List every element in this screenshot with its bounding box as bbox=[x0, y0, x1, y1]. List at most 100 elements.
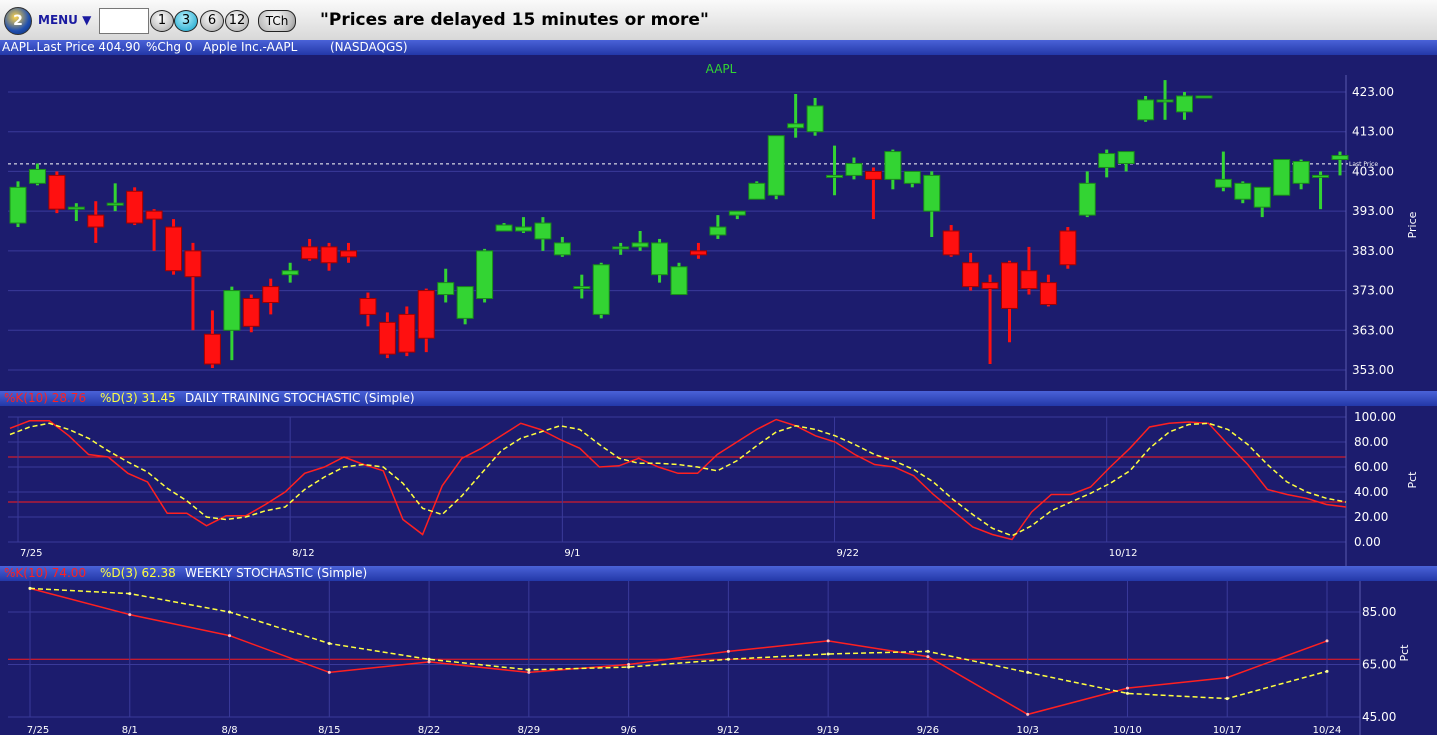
daily-x-tick-label: 10/12 bbox=[1109, 548, 1138, 559]
weekly-x-tick-label: 8/15 bbox=[318, 725, 340, 735]
pct-change: %Chg 0 bbox=[146, 40, 193, 54]
weekly-k-point bbox=[1026, 712, 1030, 716]
candle bbox=[242, 294, 260, 333]
candle bbox=[1195, 95, 1213, 99]
candle bbox=[476, 248, 494, 303]
candle bbox=[709, 215, 727, 239]
weekly-d-point bbox=[427, 657, 431, 661]
candle-body bbox=[301, 246, 319, 260]
candle bbox=[728, 210, 746, 220]
candle bbox=[592, 262, 610, 319]
weekly-d-point bbox=[627, 665, 631, 669]
candle-body bbox=[612, 246, 630, 250]
weekly-x-tick-label: 9/12 bbox=[717, 725, 739, 735]
weekly-k-point bbox=[327, 670, 331, 674]
candle bbox=[106, 183, 124, 212]
weekly-tick-label: 65.00 bbox=[1362, 658, 1396, 672]
weekly-d-point bbox=[327, 642, 331, 645]
daily-k-line bbox=[9, 418, 1347, 541]
weekly-d-point bbox=[527, 668, 531, 672]
candle bbox=[340, 242, 357, 263]
price-axis-label: Price bbox=[1406, 211, 1419, 238]
candle bbox=[456, 286, 474, 325]
candle bbox=[845, 157, 863, 180]
candle bbox=[48, 171, 66, 214]
weekly-k-line bbox=[29, 587, 1328, 716]
candle bbox=[631, 231, 649, 251]
candle-body bbox=[262, 286, 280, 303]
weekly-x-tick-label: 8/1 bbox=[122, 725, 138, 735]
weekly-x-tick-label: 10/10 bbox=[1113, 725, 1142, 735]
candle-body bbox=[1020, 270, 1038, 290]
candle-body bbox=[495, 224, 513, 232]
period-button-12[interactable]: 12 bbox=[225, 10, 249, 32]
price-tick-label: 403.00 bbox=[1352, 164, 1394, 178]
price-tick-label: 423.00 bbox=[1352, 85, 1394, 99]
weekly-d-point bbox=[1225, 697, 1229, 701]
daily-d-line bbox=[9, 422, 1347, 537]
candle-body bbox=[767, 135, 785, 196]
candle-body bbox=[1292, 161, 1310, 184]
weekly-k-point bbox=[726, 649, 730, 653]
candle bbox=[534, 217, 552, 251]
candle bbox=[378, 312, 396, 359]
candle-body bbox=[165, 226, 183, 272]
weekly-k-point bbox=[427, 660, 431, 664]
candle-body bbox=[864, 170, 882, 180]
candle bbox=[767, 135, 785, 200]
weekly-d-point bbox=[726, 657, 730, 661]
candle-body bbox=[145, 210, 163, 220]
candle-body bbox=[573, 286, 591, 290]
candle bbox=[884, 149, 902, 190]
candle-body bbox=[281, 270, 299, 276]
candle-body bbox=[1098, 153, 1116, 168]
menu-button[interactable]: MENU ▼ bbox=[38, 13, 91, 27]
price-tick-label: 353.00 bbox=[1352, 363, 1394, 377]
candle bbox=[28, 163, 46, 186]
candle bbox=[1020, 246, 1038, 295]
weekly-k-point bbox=[1325, 639, 1329, 643]
candle bbox=[1039, 274, 1057, 307]
weekly-k-point bbox=[1225, 676, 1229, 680]
weekly-x-tick-label: 9/19 bbox=[817, 725, 839, 735]
candle-body bbox=[534, 222, 552, 240]
weekly-x-tick-label: 8/29 bbox=[518, 725, 540, 735]
weekly-panel-title: WEEKLY STOCHASTIC (Simple) bbox=[185, 566, 368, 580]
weekly-k-point bbox=[926, 655, 930, 659]
tch-button[interactable]: TCh bbox=[258, 10, 296, 32]
weekly-x-tick-label: 8/8 bbox=[221, 725, 237, 735]
symbol-input[interactable] bbox=[99, 8, 149, 34]
candle-body bbox=[962, 262, 980, 288]
period-button-6[interactable]: 6 bbox=[200, 10, 224, 32]
weekly-k-point bbox=[228, 634, 232, 638]
candle-body bbox=[1117, 151, 1135, 164]
candle bbox=[903, 170, 921, 188]
daily-tick-label: 40.00 bbox=[1354, 485, 1388, 499]
candle bbox=[1078, 171, 1096, 218]
candle-body bbox=[67, 206, 85, 210]
daily-panel-title: DAILY TRAINING STOCHASTIC (Simple) bbox=[185, 391, 415, 405]
weekly-x-tick-label: 8/22 bbox=[418, 725, 440, 735]
candle bbox=[1253, 186, 1271, 218]
period-button-3[interactable]: 3 bbox=[174, 10, 198, 32]
candle bbox=[145, 209, 163, 251]
candle bbox=[262, 278, 280, 315]
candle-body bbox=[87, 214, 105, 228]
quote-info-bar: AAPL.Last Price 404.90 %Chg 0 Apple Inc.… bbox=[0, 40, 1437, 55]
candle bbox=[126, 187, 144, 226]
candle-body bbox=[1059, 230, 1077, 266]
candle bbox=[981, 274, 999, 365]
weekly-tick-label: 85.00 bbox=[1362, 605, 1396, 619]
period-button-1[interactable]: 1 bbox=[150, 10, 174, 32]
candle-body bbox=[398, 313, 416, 353]
daily-x-tick-label: 9/22 bbox=[837, 548, 859, 559]
candle bbox=[826, 145, 844, 196]
candle bbox=[514, 217, 532, 233]
candle bbox=[203, 310, 221, 369]
candle-body bbox=[631, 242, 649, 248]
candle bbox=[1312, 171, 1330, 210]
app-logo[interactable]: 2 bbox=[4, 7, 32, 35]
candle-body bbox=[378, 321, 396, 355]
candle bbox=[1117, 151, 1135, 172]
weekly-k-point bbox=[826, 639, 830, 643]
